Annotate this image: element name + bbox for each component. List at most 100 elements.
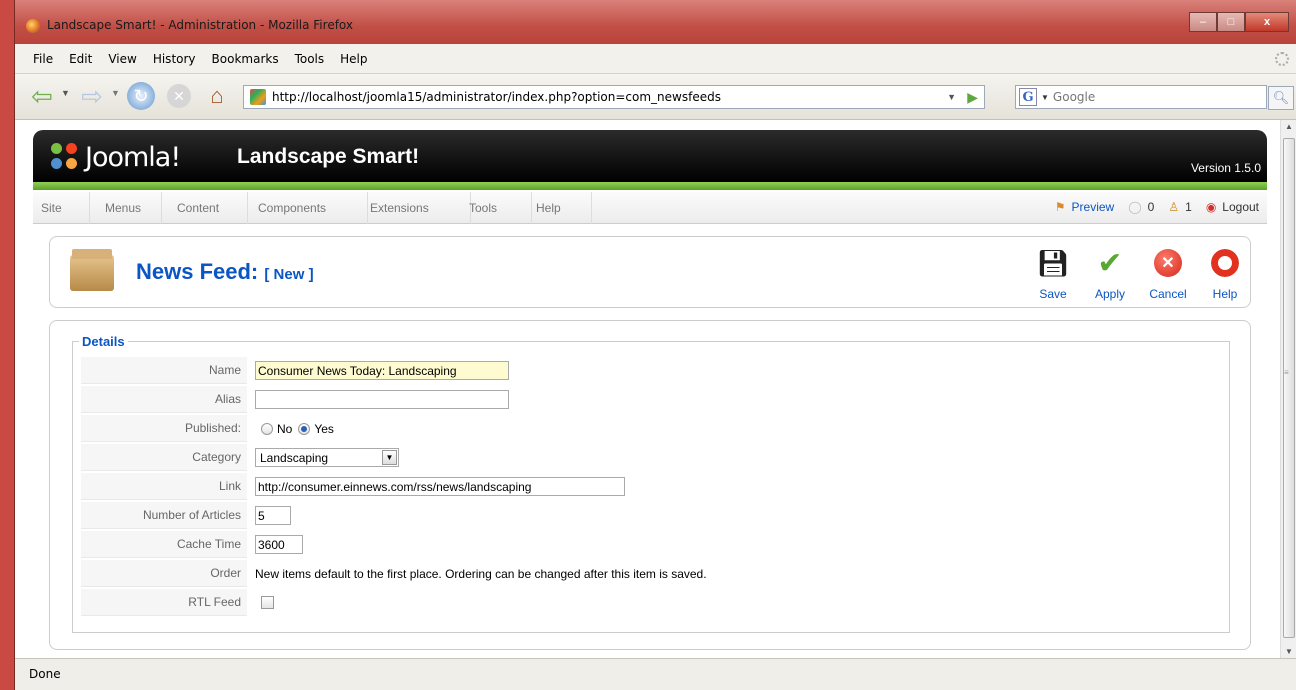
joomla-logo-icon [51,143,79,171]
alias-input[interactable] [255,390,509,409]
menu-file[interactable]: File [33,52,53,66]
menu-help[interactable]: Help [340,52,367,66]
stop-icon[interactable]: ✕ [167,84,191,108]
scroll-up-arrow-icon[interactable]: ▲ [1285,122,1293,131]
num-articles-row: Number of Articles [81,501,1229,530]
menu-edit[interactable]: Edit [69,52,92,66]
menu-divider [531,192,532,224]
admin-menu-site[interactable]: Site [41,201,62,215]
menu-bar: File Edit View History Bookmarks Tools H… [15,44,1296,74]
forward-arrow-icon[interactable]: ⇨ [77,81,107,111]
page-title-mode: [ New ] [264,266,314,283]
search-icon[interactable]: 🔍︎ [1268,86,1294,110]
status-bar: Done [15,658,1296,690]
admin-menu-components[interactable]: Components [258,201,326,215]
page-content: Joomla! Landscape Smart! Version 1.5.0 S… [15,120,1280,658]
maximize-button[interactable]: □ [1217,12,1245,32]
menu-bookmarks[interactable]: Bookmarks [212,52,279,66]
scroll-grip-icon: ≡ [1284,368,1289,377]
published-row: Published: No Yes [81,414,1229,443]
navigation-toolbar: ⇦ ▼ ⇨ ▼ ↻ ✕ ⌂ http://localhost/joomla15/… [15,74,1296,120]
version-label: Version 1.5.0 [1190,161,1261,175]
alias-row: Alias [81,385,1229,414]
details-panel: Details Name Alias Published: [49,320,1251,650]
admin-menu-help[interactable]: Help [536,201,561,215]
menu-view[interactable]: View [108,52,136,66]
address-bar[interactable]: http://localhost/joomla15/administrator/… [243,85,985,109]
forward-history-dropdown-icon[interactable]: ▼ [111,88,120,98]
menu-history[interactable]: History [153,52,196,66]
lifebuoy-icon [1209,247,1241,279]
activity-throbber-icon [1275,52,1289,66]
admin-menu-menus[interactable]: Menus [105,201,141,215]
minimize-button[interactable]: – [1189,12,1217,32]
save-button[interactable]: 💾︎ Save [1026,247,1080,302]
order-label: Order [81,560,247,587]
menu-tools[interactable]: Tools [295,52,325,66]
title-bar: Landscape Smart! - Administration - Mozi… [15,0,1296,44]
logout-link[interactable]: Logout [1222,200,1259,214]
category-selected-value: Landscaping [260,450,329,465]
home-icon[interactable]: ⌂ [203,82,231,110]
help-button[interactable]: Help [1198,247,1252,301]
published-no-radio[interactable] [261,422,273,435]
google-engine-icon[interactable]: G [1019,88,1037,106]
published-label: Published: [81,415,247,442]
back-history-dropdown-icon[interactable]: ▼ [61,88,70,98]
back-arrow-icon[interactable]: ⇦ [27,81,57,111]
browser-window: Landscape Smart! - Administration - Mozi… [0,0,1296,690]
vertical-scrollbar[interactable]: ▲ ≡ ▼ [1280,120,1296,658]
cancel-button[interactable]: ✕ Cancel [1141,247,1195,301]
menu-divider [591,192,592,224]
search-bar[interactable]: G ▼ 🔍︎ [1015,85,1294,110]
window-title: Landscape Smart! - Administration - Mozi… [47,18,353,32]
search-input[interactable] [1052,90,1203,104]
search-engine-dropdown-icon[interactable]: ▼ [1041,93,1049,102]
scrollbar-thumb[interactable] [1283,138,1295,638]
category-row: Category Landscaping ▼ [81,443,1229,472]
address-url[interactable]: http://localhost/joomla15/administrator/… [272,90,721,104]
rtl-row: RTL Feed [81,588,1229,617]
box-lid [72,249,112,259]
menu-divider [89,192,90,224]
url-dropdown-icon[interactable]: ▼ [947,92,956,102]
users-icon[interactable]: ♙ [1168,200,1179,214]
users-count: 1 [1185,200,1192,214]
cache-time-row: Cache Time [81,530,1229,559]
order-info-text: New items default to the first place. Or… [255,566,707,581]
published-no-label: No [277,421,293,436]
reload-icon[interactable]: ↻ [127,82,155,110]
apply-button[interactable]: ✔ Apply [1083,247,1137,302]
cache-time-input[interactable] [255,535,303,554]
help-button-label: Help [1212,287,1238,301]
rtl-checkbox[interactable] [261,596,274,609]
dropdown-arrow-icon[interactable]: ▼ [382,450,397,465]
logout-icon[interactable]: ◉ [1206,200,1216,214]
admin-menu-content[interactable]: Content [177,201,219,215]
messages-icon[interactable]: ◯ [1128,200,1141,214]
rtl-label: RTL Feed [81,589,247,616]
category-select[interactable]: Landscaping ▼ [255,448,399,467]
name-row: Name [81,356,1229,385]
admin-menu-tools[interactable]: Tools [469,201,497,215]
num-articles-input[interactable] [255,506,291,525]
save-button-label: Save [1039,287,1067,301]
menu-divider [247,192,248,224]
preview-link[interactable]: Preview [1072,200,1115,214]
site-favicon-icon [250,89,266,105]
scroll-down-arrow-icon[interactable]: ▼ [1285,647,1293,656]
admin-menu-extensions[interactable]: Extensions [370,201,429,215]
close-button[interactable]: x [1245,12,1289,32]
published-yes-radio[interactable] [298,422,311,435]
link-input[interactable] [255,477,625,496]
go-arrow-icon[interactable]: ▶ [967,89,978,106]
window-controls: – □ x [1189,12,1289,32]
published-yes-label: Yes [314,421,334,436]
num-articles-label: Number of Articles [81,502,247,529]
cancel-x-icon: ✕ [1152,247,1184,279]
floppy-disk-icon: 💾︎ [1036,247,1070,278]
link-row: Link [81,472,1229,501]
name-input[interactable] [255,361,509,380]
messages-count: 0 [1147,200,1155,214]
header-status-links: ⚑ Preview ◯ 0 ♙ 1 ◉ Logout [1049,200,1259,214]
